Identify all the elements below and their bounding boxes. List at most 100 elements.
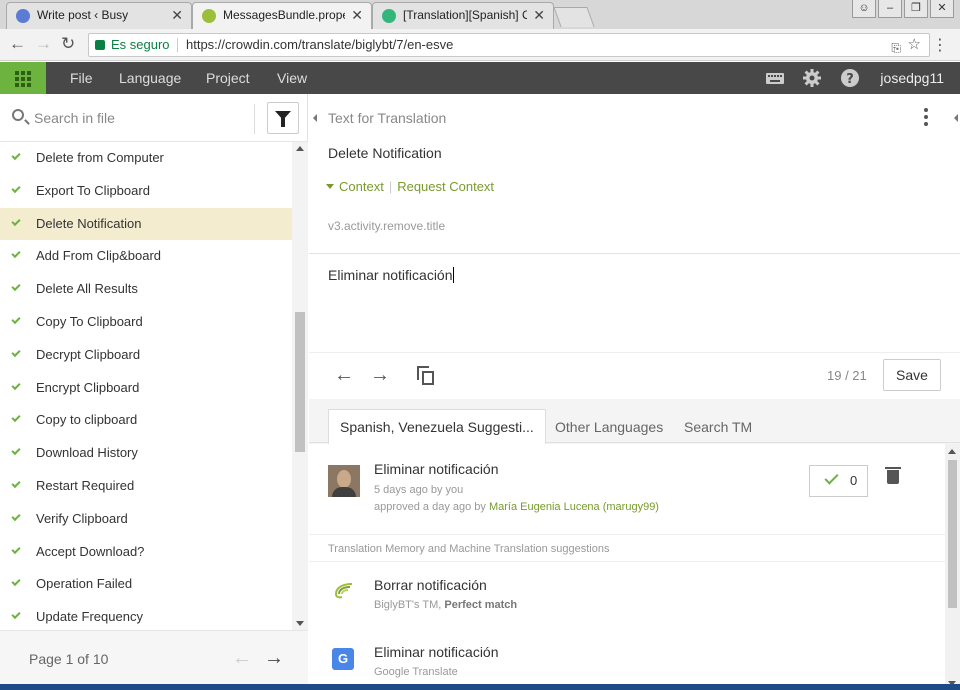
scroll-thumb[interactable]: [295, 312, 305, 452]
collapse-right-icon[interactable]: [954, 114, 958, 122]
tab-other-languages[interactable]: Other Languages: [555, 411, 663, 443]
list-item[interactable]: Delete All Results: [0, 273, 292, 306]
username[interactable]: josedpg11: [880, 62, 944, 94]
list-item[interactable]: Copy to clipboard: [0, 404, 292, 437]
list-item-label: Verify Clipboard: [36, 510, 128, 526]
collapse-left-icon[interactable]: [313, 114, 317, 122]
scroll-thumb[interactable]: [948, 460, 957, 608]
minimize-icon[interactable]: –: [878, 0, 902, 18]
context-link[interactable]: Context: [339, 179, 384, 194]
list-item[interactable]: Update Frequency: [0, 601, 292, 630]
close-tab-icon[interactable]: ✕: [171, 3, 183, 28]
search-input[interactable]: [34, 106, 244, 130]
check-icon: [11, 183, 21, 193]
browser-tab-translation[interactable]: [Translation][Spanish] Or ✕: [372, 2, 554, 29]
profile-icon[interactable]: ☺: [852, 0, 876, 18]
close-window-icon[interactable]: ✕: [930, 0, 954, 18]
menu-project[interactable]: Project: [206, 62, 250, 94]
list-item-label: Encrypt Clipboard: [36, 379, 140, 395]
prev-page-arrow-icon[interactable]: ←: [232, 647, 252, 670]
list-item[interactable]: Restart Required: [0, 470, 292, 503]
list-item-label: Delete from Computer: [36, 150, 164, 165]
new-tab-button[interactable]: [553, 7, 595, 27]
check-icon: [11, 249, 21, 259]
restore-icon[interactable]: ❐: [904, 0, 928, 18]
lock-icon: [95, 40, 105, 50]
page-indicator: Page 1 of 10: [29, 651, 109, 667]
scroll-up-icon[interactable]: [296, 146, 304, 151]
list-item-label: Copy to clipboard: [36, 412, 138, 428]
suggestions-panel: Spanish, Venezuela Suggesti... Other Lan…: [309, 399, 960, 690]
reload-icon[interactable]: ↻: [61, 34, 75, 54]
list-item-label: Update Frequency: [36, 609, 143, 625]
tm-suggestion-text[interactable]: Borrar notificación: [374, 577, 487, 593]
browser-tab-busy[interactable]: Write post ‹ Busy ✕: [6, 2, 192, 29]
translate-page-icon[interactable]: ⎘: [891, 37, 901, 59]
list-item[interactable]: Download History: [0, 437, 292, 470]
list-item[interactable]: Delete Notification: [0, 207, 292, 241]
scroll-up-icon[interactable]: [948, 449, 956, 454]
trash-icon[interactable]: [885, 467, 901, 484]
forward-arrow-icon[interactable]: →: [35, 34, 52, 54]
menu-file[interactable]: File: [70, 62, 93, 94]
list-item-label: Delete All Results: [36, 281, 138, 297]
list-item[interactable]: Encrypt Clipboard: [0, 372, 292, 405]
gear-icon[interactable]: [802, 68, 822, 88]
tab-title: [Translation][Spanish] Or: [403, 8, 527, 22]
mt-suggestion-text[interactable]: Eliminar notificación: [374, 644, 499, 660]
menu-view[interactable]: View: [277, 62, 307, 94]
keyboard-icon[interactable]: [765, 68, 785, 88]
list-item[interactable]: Operation Failed: [0, 568, 292, 601]
suggestion-text[interactable]: Eliminar notificación: [374, 461, 499, 477]
approver-link[interactable]: María Eugenia Lucena (marugy99): [489, 501, 659, 513]
suggestions-scrollbar[interactable]: [945, 444, 960, 690]
list-item-label: Delete Notification: [36, 215, 142, 231]
close-tab-icon[interactable]: ✕: [351, 3, 363, 28]
translation-value[interactable]: Eliminar notificación: [328, 267, 453, 283]
list-item[interactable]: Accept Download?: [0, 536, 292, 569]
url-omnibox[interactable]: Es seguro https://crowdin.com/translate/…: [88, 33, 930, 57]
browser-tab-strip: Write post ‹ Busy ✕ MessagesBundle.prope…: [0, 0, 960, 29]
crowdin-logo-icon: [334, 583, 353, 599]
previous-string-arrow-icon[interactable]: ←: [334, 364, 354, 387]
list-item[interactable]: Verify Clipboard: [0, 503, 292, 536]
next-page-arrow-icon[interactable]: →: [264, 647, 284, 670]
strings-scrollbar[interactable]: [292, 142, 308, 630]
suggestion-time: 5 days ago by you: [374, 484, 464, 496]
bookmark-star-icon[interactable]: ☆: [908, 34, 921, 56]
url-text[interactable]: https://crowdin.com/translate/biglybt/7/…: [186, 34, 453, 56]
list-item[interactable]: Add From Clip&board: [0, 240, 292, 273]
check-icon: [11, 216, 21, 226]
close-tab-icon[interactable]: ✕: [533, 3, 545, 28]
request-context-link[interactable]: Request Context: [397, 179, 494, 194]
list-item[interactable]: Copy To Clipboard: [0, 306, 292, 339]
string-identifier: v3.activity.remove.title: [328, 219, 446, 233]
tab-language-suggestions[interactable]: Spanish, Venezuela Suggesti...: [328, 409, 546, 444]
vote-button[interactable]: 0: [809, 465, 868, 497]
list-item[interactable]: Delete from Computer: [0, 142, 292, 175]
scroll-down-icon[interactable]: [296, 621, 304, 626]
filter-icon[interactable]: [267, 102, 299, 134]
copy-source-icon[interactable]: [417, 366, 435, 386]
check-icon: [11, 544, 21, 554]
save-button[interactable]: Save: [883, 359, 941, 391]
apps-grid-icon[interactable]: [0, 62, 46, 94]
context-links: Context | Request Context: [326, 179, 494, 194]
list-item[interactable]: Decrypt Clipboard: [0, 339, 292, 372]
help-icon[interactable]: ?: [840, 68, 860, 88]
next-string-arrow-icon[interactable]: →: [370, 364, 390, 387]
back-arrow-icon[interactable]: ←: [9, 34, 26, 54]
suggestion-tabs: Spanish, Venezuela Suggesti... Other Lan…: [309, 399, 960, 444]
text-cursor: [452, 267, 454, 283]
address-bar: ← → ↻ Es seguro https://crowdin.com/tran…: [0, 29, 960, 61]
browser-menu-icon[interactable]: ⋮: [932, 35, 948, 55]
browser-tab-messagesbundle[interactable]: MessagesBundle.properti ✕: [192, 2, 372, 29]
translation-textarea[interactable]: Eliminar notificación: [309, 253, 960, 353]
mt-suggestion-source: Google Translate: [374, 666, 458, 678]
tab-search-tm[interactable]: Search TM: [684, 411, 752, 443]
more-options-icon[interactable]: [924, 108, 928, 129]
window-controls: ☺ – ❐ ✕: [852, 0, 954, 18]
vote-count: 0: [850, 473, 858, 488]
menu-language[interactable]: Language: [119, 62, 181, 94]
list-item[interactable]: Export To Clipboard: [0, 175, 292, 208]
